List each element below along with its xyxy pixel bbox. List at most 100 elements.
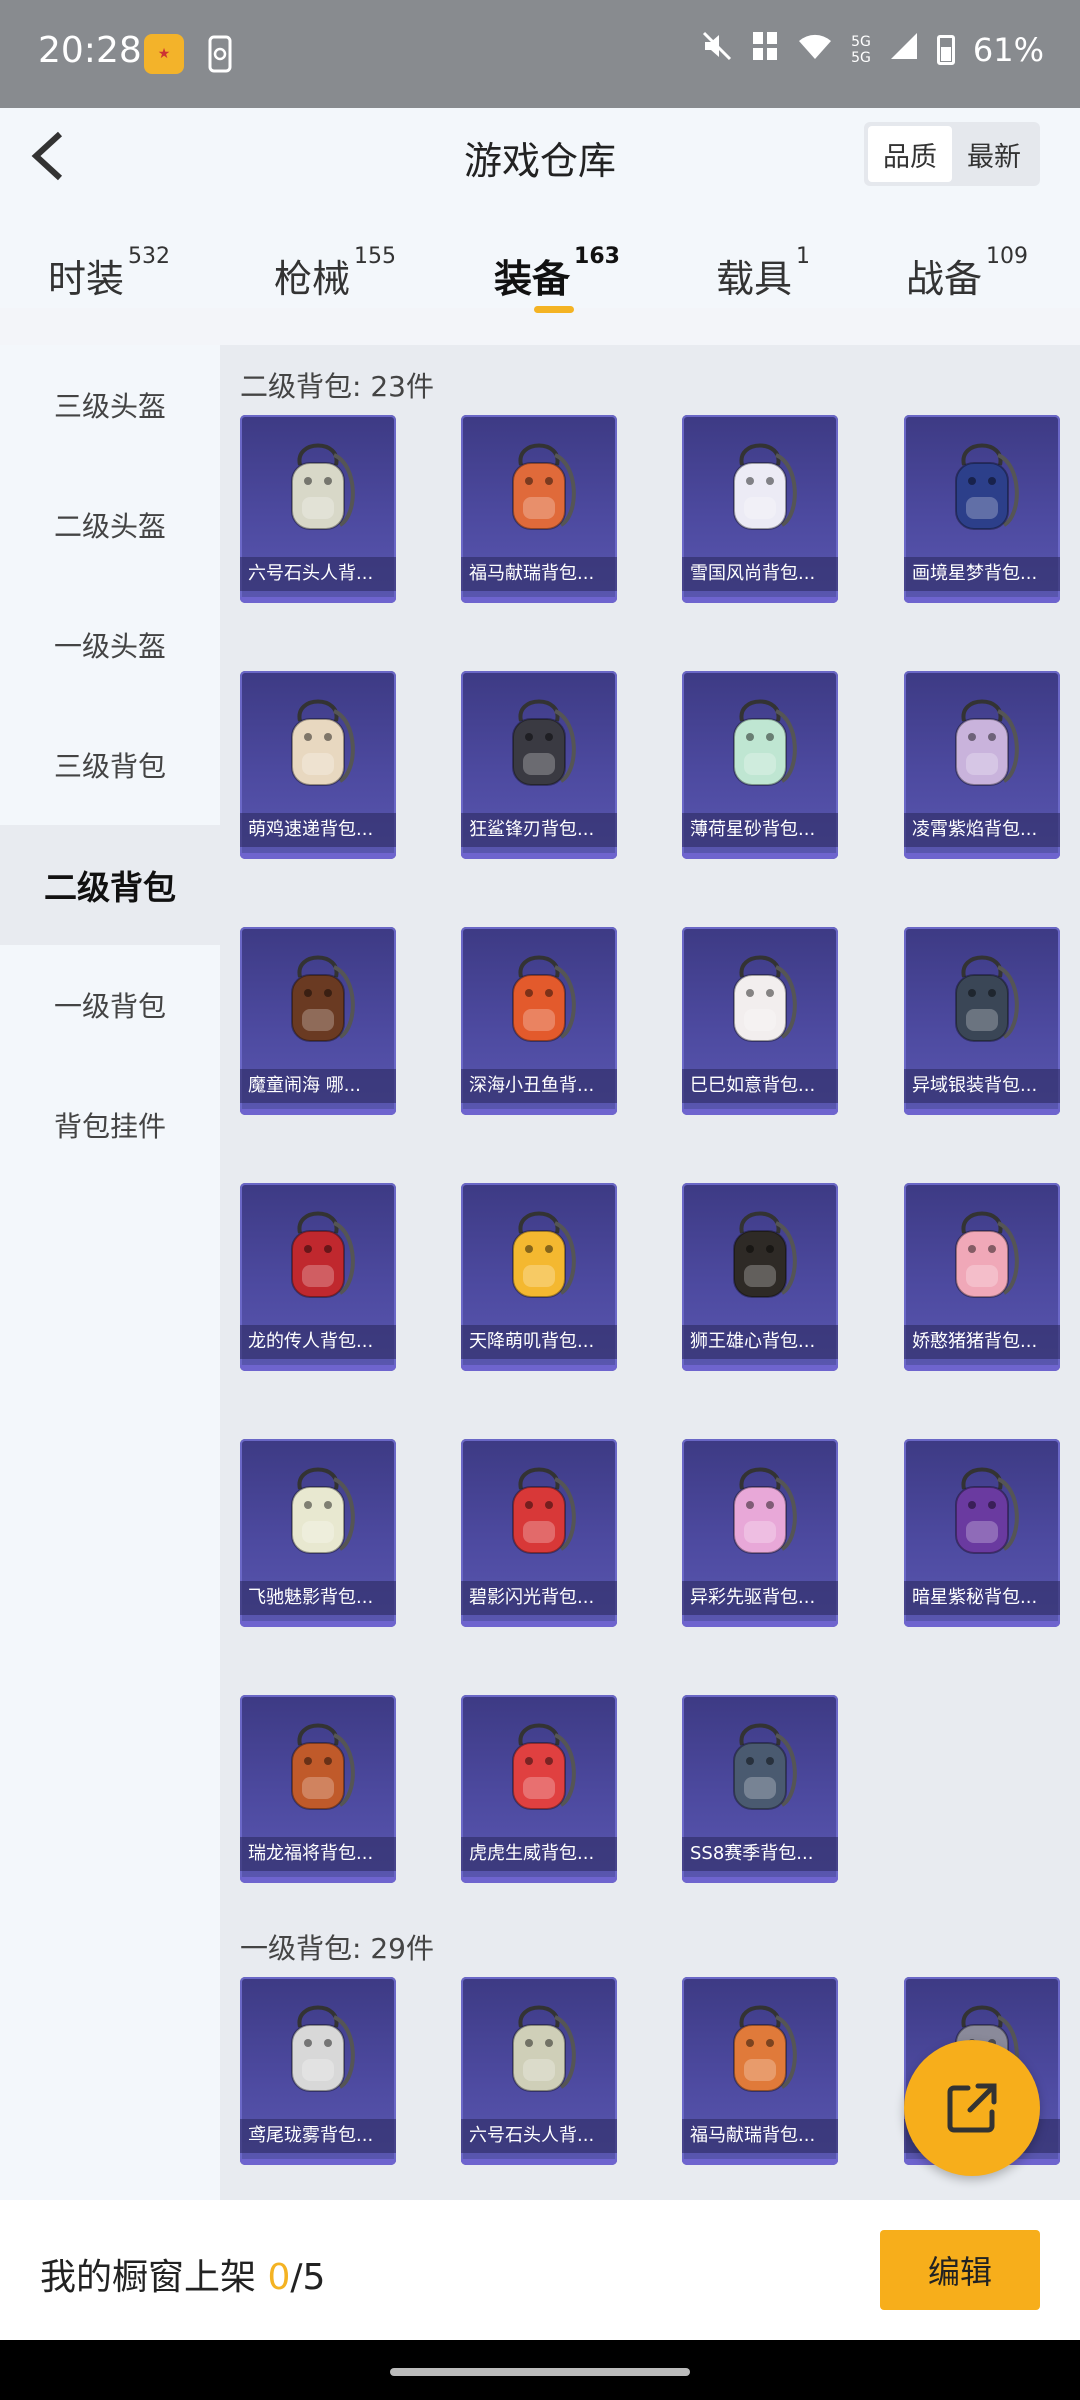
backpack-item[interactable]: 福马献瑞背包...	[682, 1977, 838, 2165]
backpack-item[interactable]: 凌霄紫焰背包...	[904, 671, 1060, 859]
showcase-count: 0	[267, 2257, 291, 2298]
share-button[interactable]	[904, 2040, 1040, 2176]
item-name: 鸢尾珑雾背包...	[240, 2119, 396, 2153]
backpack-icon	[716, 1203, 804, 1309]
item-name: 瑞龙福将背包...	[240, 1837, 396, 1871]
backpack-icon	[716, 1997, 804, 2103]
backpack-item[interactable]: 异域银装背包...	[904, 927, 1060, 1115]
backpack-item[interactable]: 异彩先驱背包...	[682, 1439, 838, 1627]
backpack-icon	[495, 1459, 583, 1565]
backpack-item[interactable]: 暗星紫秘背包...	[904, 1439, 1060, 1627]
backpack-icon	[716, 691, 804, 797]
item-name: 异域银装背包...	[904, 1069, 1060, 1103]
tab-count: 163	[574, 244, 620, 269]
tab-count: 155	[354, 244, 397, 269]
sidebar-item-backpack-pendant[interactable]: 背包挂件	[0, 1065, 220, 1185]
item-name: 龙的传人背包...	[240, 1325, 396, 1359]
tab-count: 532	[128, 244, 171, 269]
tab-equipment[interactable]: 装备163	[494, 244, 620, 313]
sidebar-item-level1-helmet[interactable]: 一级头盔	[0, 585, 220, 705]
backpack-item[interactable]: 狮王雄心背包...	[682, 1183, 838, 1371]
backpack-item[interactable]: 福马献瑞背包...	[461, 415, 617, 603]
sidebar-item-level1-backpack[interactable]: 一级背包	[0, 945, 220, 1065]
backpack-item[interactable]: 瑞龙福将背包...	[240, 1695, 396, 1883]
phone-sync-icon	[204, 34, 236, 74]
active-tab-indicator	[534, 306, 574, 313]
backpack-item[interactable]: 六号石头人背...	[240, 415, 396, 603]
backpack-item[interactable]: 娇憨猪猪背包...	[904, 1183, 1060, 1371]
item-name: 画境星梦背包...	[904, 557, 1060, 591]
backpack-item[interactable]: 萌鸡速递背包...	[240, 671, 396, 859]
backpack-icon	[274, 691, 362, 797]
battery-icon	[936, 35, 955, 65]
section-title: 二级背包: 23件	[240, 370, 434, 403]
backpack-item[interactable]: 深海小丑鱼背...	[461, 927, 617, 1115]
backpack-item[interactable]: 虎虎生威背包...	[461, 1695, 617, 1883]
item-name: 暗星紫秘背包...	[904, 1581, 1060, 1615]
item-name: 薄荷星砂背包...	[682, 813, 838, 847]
signal-icon	[889, 31, 919, 69]
backpack-icon	[495, 1997, 583, 2103]
edit-button[interactable]: 编辑	[880, 2230, 1040, 2310]
tab-supplies[interactable]: 战备109	[906, 244, 1028, 303]
system-nav-bar	[0, 2340, 1080, 2400]
sidebar-item-level3-backpack[interactable]: 三级背包	[0, 705, 220, 825]
item-grid: 二级背包: 23件 六号石头人背... 福马献瑞背包... 雪国风尚背包... 画境星梦…	[220, 345, 1080, 2200]
sort-toggle: 品质 最新	[864, 122, 1040, 186]
tab-fashion[interactable]: 时装532	[48, 244, 170, 303]
item-name: 虎虎生威背包...	[461, 1837, 617, 1871]
backpack-item[interactable]: 飞驰魅影背包...	[240, 1439, 396, 1627]
backpack-icon	[495, 947, 583, 1053]
item-name: 深海小丑鱼背...	[461, 1069, 617, 1103]
sort-newest-button[interactable]: 最新	[952, 126, 1036, 182]
sort-quality-button[interactable]: 品质	[868, 126, 952, 182]
backpack-item[interactable]: 碧影闪光背包...	[461, 1439, 617, 1627]
sidebar-item-level3-helmet[interactable]: 三级头盔	[0, 345, 220, 465]
clock: 20:28	[38, 30, 142, 71]
backpack-icon	[274, 1715, 362, 1821]
item-name: 狂鲨锋刃背包...	[461, 813, 617, 847]
backpack-icon	[274, 435, 362, 541]
item-name: 六号石头人背...	[240, 557, 396, 591]
backpack-item[interactable]: 天降萌叽背包...	[461, 1183, 617, 1371]
item-name: SS8赛季背包...	[682, 1837, 838, 1871]
backpack-icon	[938, 1203, 1026, 1309]
backpack-item[interactable]: 薄荷星砂背包...	[682, 671, 838, 859]
backpack-item[interactable]: 鸢尾珑雾背包...	[240, 1977, 396, 2165]
sidebar-item-level2-helmet[interactable]: 二级头盔	[0, 465, 220, 585]
item-name: 狮王雄心背包...	[682, 1325, 838, 1359]
nfc-icon	[751, 30, 779, 70]
backpack-item[interactable]: SS8赛季背包...	[682, 1695, 838, 1883]
status-bar: 20:28 ★ 5G 5G 61%	[0, 0, 1080, 108]
item-name: 雪国风尚背包...	[682, 557, 838, 591]
bottom-bar: 我的橱窗上架 0/5 编辑	[0, 2200, 1080, 2340]
item-name: 异彩先驱背包...	[682, 1581, 838, 1615]
tab-vehicles[interactable]: 载具1	[716, 244, 810, 303]
tab-count: 1	[796, 244, 811, 269]
backpack-icon	[938, 435, 1026, 541]
backpack-item[interactable]: 狂鲨锋刃背包...	[461, 671, 617, 859]
home-indicator[interactable]	[390, 2368, 690, 2376]
backpack-icon	[495, 691, 583, 797]
sidebar: 三级头盔 二级头盔 一级头盔 三级背包 二级背包 一级背包 背包挂件	[0, 345, 220, 2200]
backpack-icon	[495, 1203, 583, 1309]
item-name: 天降萌叽背包...	[461, 1325, 617, 1359]
showcase-status: 我的橱窗上架 0/5	[40, 2257, 326, 2298]
item-name: 六号石头人背...	[461, 2119, 617, 2153]
backpack-item[interactable]: 雪国风尚背包...	[682, 415, 838, 603]
item-name: 萌鸡速递背包...	[240, 813, 396, 847]
item-name: 魔童闹海 哪...	[240, 1069, 396, 1103]
backpack-item[interactable]: 巳巳如意背包...	[682, 927, 838, 1115]
header: 游戏仓库 品质 最新 时装532 枪械155 装备163 载具1 战备109	[0, 108, 1080, 313]
backpack-item[interactable]: 画境星梦背包...	[904, 415, 1060, 603]
sidebar-item-level2-backpack[interactable]: 二级背包	[0, 825, 220, 945]
item-name: 娇憨猪猪背包...	[904, 1325, 1060, 1359]
backpack-item[interactable]: 魔童闹海 哪...	[240, 927, 396, 1115]
network-indicator: 5G 5G	[851, 34, 871, 66]
backpack-icon	[274, 1459, 362, 1565]
backpack-icon	[716, 1715, 804, 1821]
tab-firearms[interactable]: 枪械155	[274, 244, 396, 303]
backpack-item[interactable]: 龙的传人背包...	[240, 1183, 396, 1371]
status-icons: 5G 5G 61%	[701, 30, 1044, 70]
backpack-item[interactable]: 六号石头人背...	[461, 1977, 617, 2165]
